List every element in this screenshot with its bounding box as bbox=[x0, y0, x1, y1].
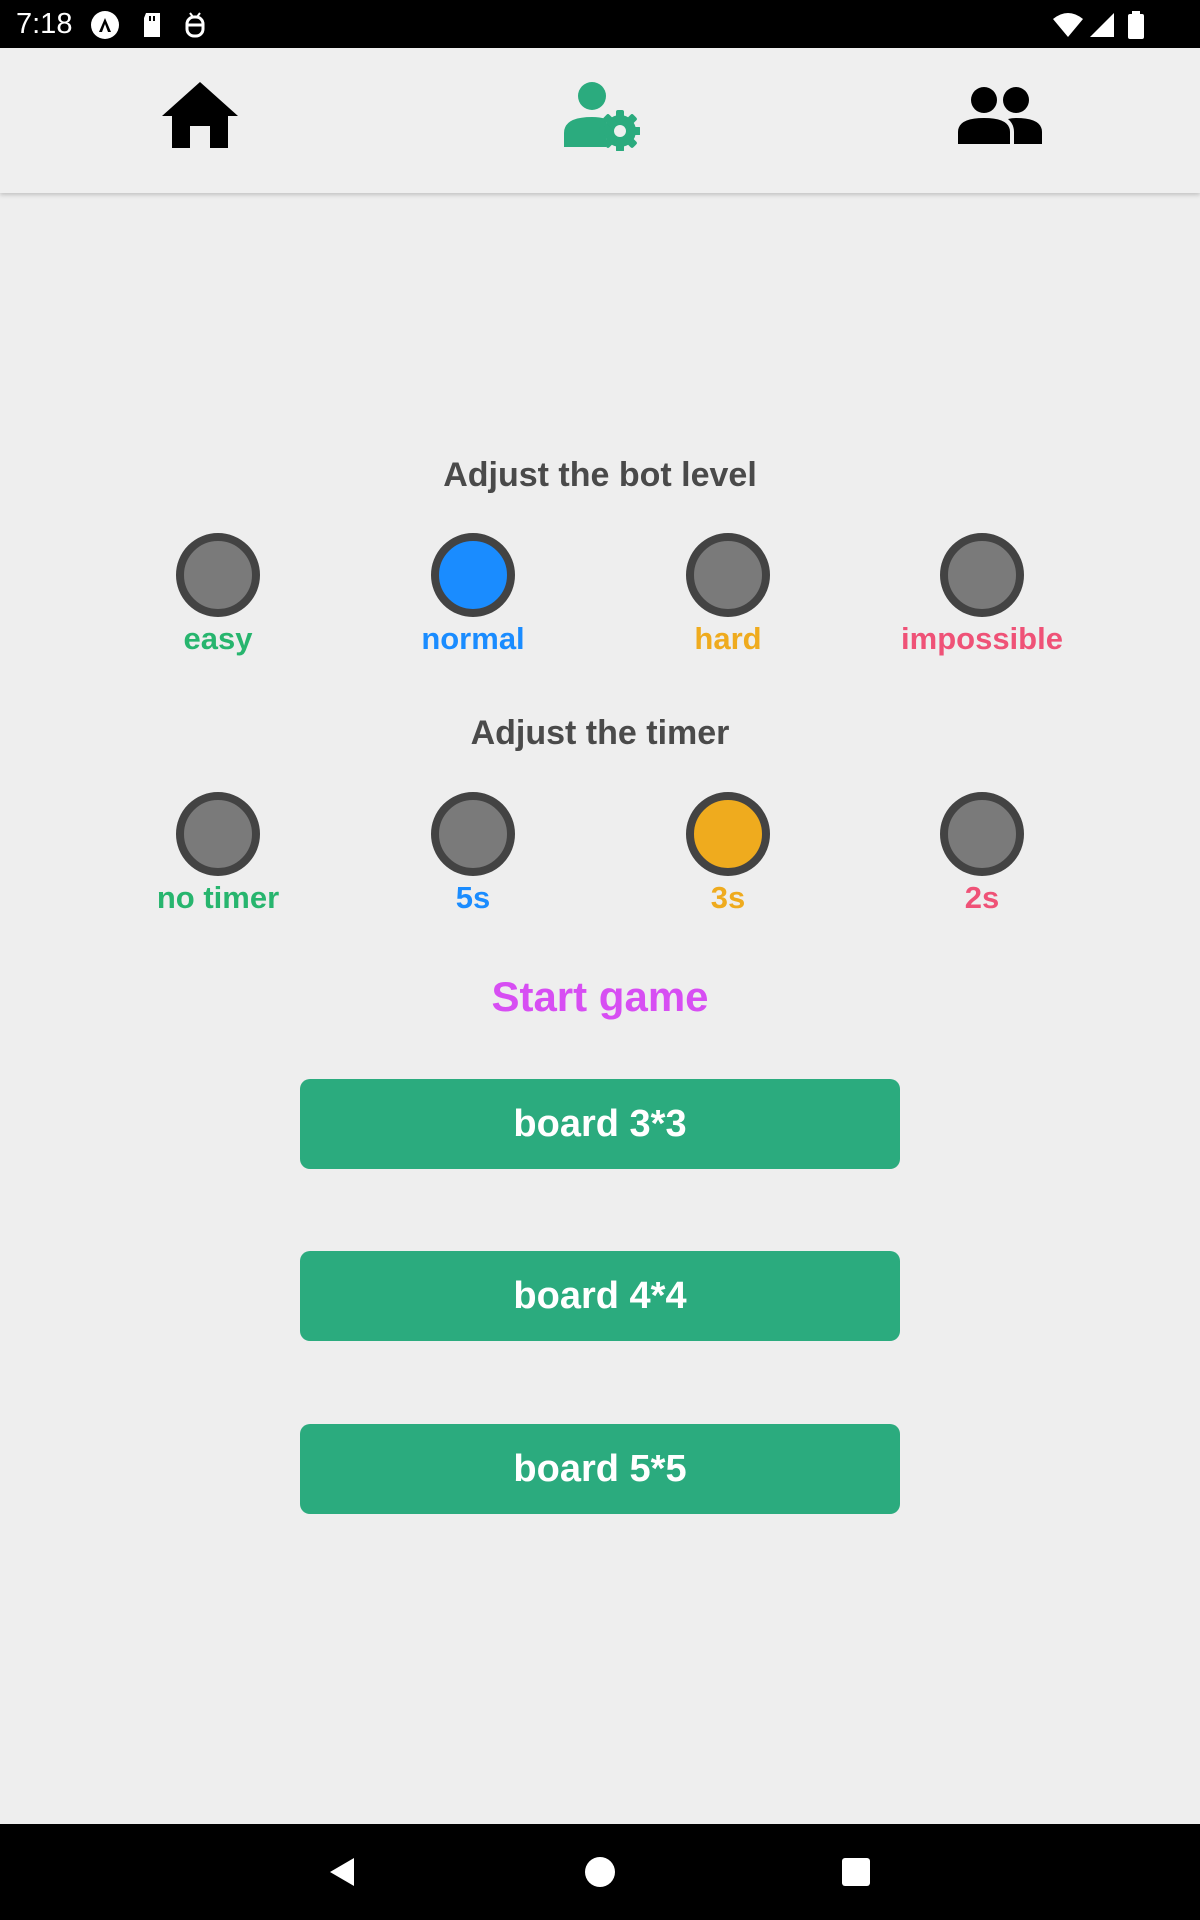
home-circle-icon[interactable] bbox=[576, 1848, 624, 1896]
app-a-icon bbox=[90, 10, 120, 40]
option-label: easy bbox=[183, 621, 253, 656]
timer-option-5s[interactable]: 5s bbox=[363, 792, 583, 932]
recents-icon[interactable] bbox=[832, 1848, 880, 1896]
board-3x3-button[interactable]: board 3*3 bbox=[300, 1079, 900, 1169]
option-label: 2s bbox=[964, 880, 1000, 915]
radio-button[interactable] bbox=[940, 533, 1024, 617]
status-time: 7:18 bbox=[16, 8, 73, 40]
option-label: normal bbox=[421, 621, 525, 656]
wifi-icon bbox=[1052, 10, 1083, 40]
sd-card-icon bbox=[138, 10, 168, 40]
nav-group[interactable] bbox=[940, 68, 1060, 168]
bot-level-option-impossible[interactable]: impossible bbox=[872, 533, 1092, 673]
start-game-title: Start game bbox=[491, 973, 709, 1020]
radio-button[interactable] bbox=[940, 792, 1024, 876]
user-settings-icon bbox=[560, 81, 641, 156]
board-4x4-button[interactable]: board 4*4 bbox=[300, 1251, 900, 1341]
radio-button[interactable] bbox=[176, 533, 260, 617]
timer-option-2s[interactable]: 2s bbox=[872, 792, 1092, 932]
option-label: 5s bbox=[455, 880, 491, 915]
debug-icon bbox=[180, 10, 210, 40]
option-label: hard bbox=[694, 621, 762, 656]
system-nav-bar bbox=[0, 1824, 1200, 1920]
radio-button[interactable] bbox=[176, 792, 260, 876]
option-label: 3s bbox=[710, 880, 746, 915]
timer-option-no-timer[interactable]: no timer bbox=[108, 792, 328, 932]
timer-title: Adjust the timer bbox=[470, 714, 730, 752]
group-icon bbox=[956, 86, 1044, 151]
radio-button-selected[interactable] bbox=[686, 792, 770, 876]
back-icon[interactable] bbox=[318, 1848, 366, 1896]
timer-option-3s[interactable]: 3s bbox=[618, 792, 838, 932]
bot-level-option-normal[interactable]: normal bbox=[363, 533, 583, 673]
nav-home[interactable] bbox=[140, 68, 260, 168]
radio-button[interactable] bbox=[686, 533, 770, 617]
home-icon bbox=[160, 80, 240, 157]
radio-button[interactable] bbox=[431, 792, 515, 876]
board-5x5-button[interactable]: board 5*5 bbox=[300, 1424, 900, 1514]
option-label: no timer bbox=[156, 880, 280, 915]
signal-icon bbox=[1088, 10, 1118, 40]
top-nav-bar bbox=[0, 48, 1200, 193]
bot-level-option-easy[interactable]: easy bbox=[108, 533, 328, 673]
radio-button-selected[interactable] bbox=[431, 533, 515, 617]
bot-level-title: Adjust the bot level bbox=[443, 456, 757, 494]
nav-user-settings[interactable] bbox=[540, 68, 660, 168]
battery-icon bbox=[1126, 10, 1156, 40]
option-label: impossible bbox=[901, 621, 1063, 656]
status-bar: 7:18 bbox=[0, 0, 1200, 48]
bot-level-option-hard[interactable]: hard bbox=[618, 533, 838, 673]
